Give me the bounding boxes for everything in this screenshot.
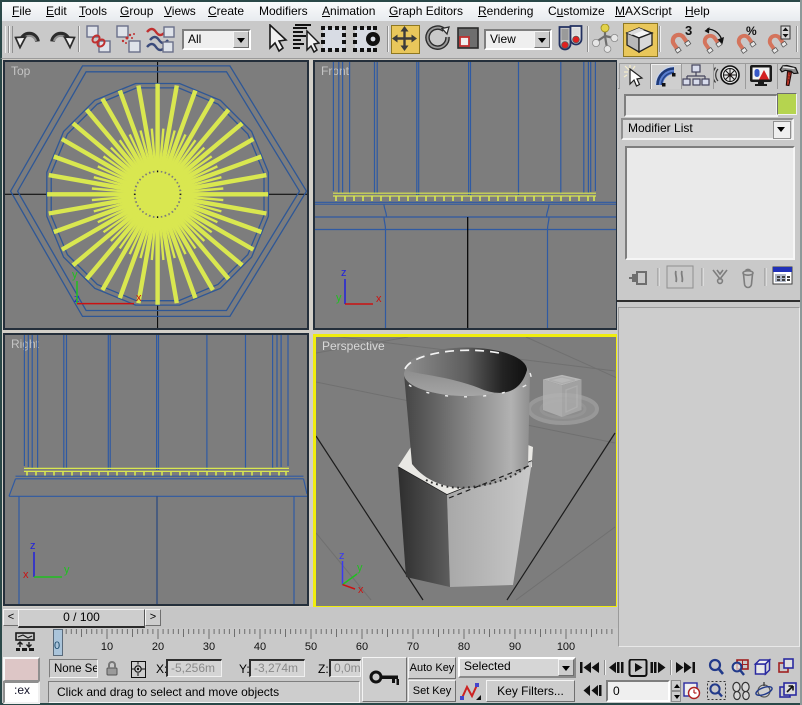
svg-text:%: % <box>746 24 757 38</box>
svg-text:z: z <box>30 540 36 552</box>
svg-text:x: x <box>376 293 382 305</box>
svg-text:z: z <box>341 267 347 279</box>
svg-text:90: 90 <box>509 641 521 653</box>
svg-text:70: 70 <box>407 641 419 653</box>
svg-text:z: z <box>339 550 345 562</box>
svg-text:80: 80 <box>458 641 470 653</box>
svg-text:x: x <box>136 292 142 304</box>
svg-text:x: x <box>358 584 364 596</box>
svg-text:100: 100 <box>557 641 575 653</box>
svg-text:30: 30 <box>203 641 215 653</box>
svg-text:60: 60 <box>356 641 368 653</box>
svg-text:y: y <box>72 269 78 281</box>
svg-text:x: x <box>23 569 29 581</box>
svg-text:10: 10 <box>101 641 113 653</box>
svg-text:y: y <box>336 292 342 304</box>
svg-text:50: 50 <box>305 641 317 653</box>
svg-text:y: y <box>357 562 363 574</box>
svg-text:3: 3 <box>685 24 692 38</box>
svg-text:20: 20 <box>152 641 164 653</box>
svg-text:y: y <box>64 564 70 576</box>
svg-text:40: 40 <box>254 641 266 653</box>
